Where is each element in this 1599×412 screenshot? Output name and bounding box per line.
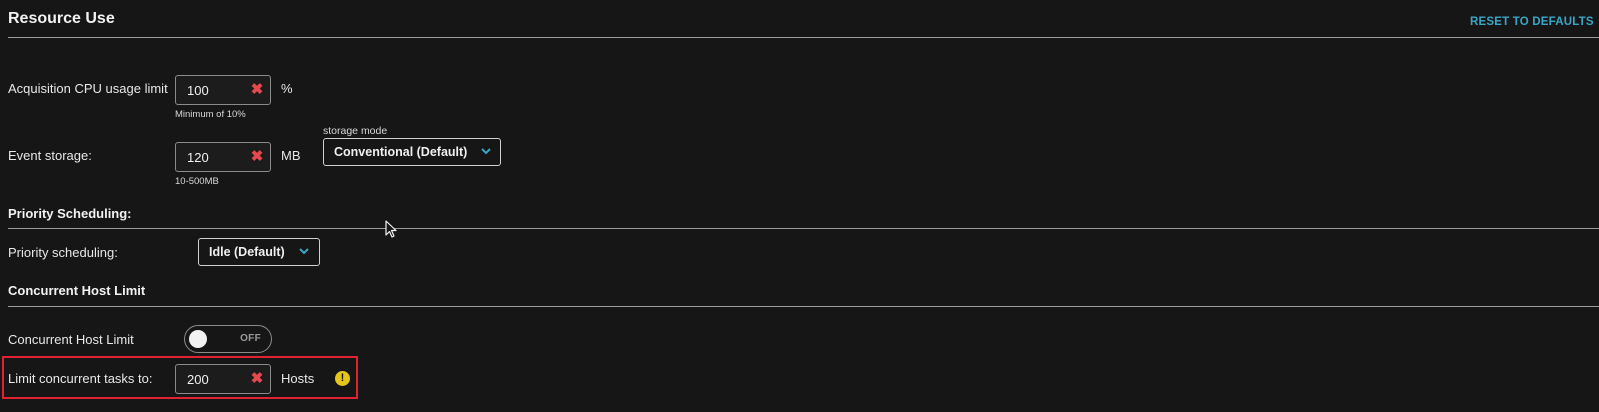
cpu-limit-unit: % <box>281 81 293 96</box>
priority-value: Idle (Default) <box>209 245 285 259</box>
storage-mode-label: storage mode <box>323 125 388 137</box>
event-storage-input[interactable]: 120 ✖ <box>175 142 271 172</box>
concurrent-divider <box>8 306 1599 307</box>
mouse-cursor-icon <box>385 220 397 238</box>
warning-icon[interactable]: ! <box>335 371 350 386</box>
chevron-down-icon <box>481 148 491 155</box>
limit-tasks-label: Limit concurrent tasks to: <box>8 371 153 386</box>
storage-mode-select[interactable]: Conventional (Default) <box>323 138 501 166</box>
limit-tasks-input[interactable]: 200 ✖ <box>175 364 271 394</box>
priority-divider <box>8 228 1599 229</box>
toggle-knob <box>189 330 207 348</box>
concurrent-section-title: Concurrent Host Limit <box>8 283 146 298</box>
concurrent-host-limit-toggle[interactable]: OFF <box>184 325 272 353</box>
limit-tasks-unit: Hosts <box>281 371 315 386</box>
priority-section-title: Priority Scheduling: <box>8 206 132 221</box>
title-divider <box>8 37 1599 38</box>
limit-tasks-value: 200 <box>187 372 209 387</box>
chevron-down-icon <box>299 248 309 255</box>
close-icon[interactable]: ✖ <box>250 148 264 166</box>
reset-to-defaults-button[interactable]: RESET TO DEFAULTS <box>1470 16 1594 28</box>
priority-label: Priority scheduling: <box>8 245 118 260</box>
cpu-limit-hint: Minimum of 10% <box>175 109 246 120</box>
priority-select[interactable]: Idle (Default) <box>198 238 320 266</box>
close-icon[interactable]: ✖ <box>250 81 264 99</box>
toggle-state: OFF <box>240 333 261 344</box>
event-storage-hint: 10-500MB <box>175 176 219 187</box>
event-storage-unit: MB <box>281 148 301 163</box>
close-icon[interactable]: ✖ <box>250 370 264 388</box>
storage-mode-value: Conventional (Default) <box>334 145 468 159</box>
cpu-limit-input[interactable]: 100 ✖ <box>175 75 271 105</box>
event-storage-value: 120 <box>187 150 209 165</box>
event-storage-label: Event storage: <box>8 148 92 163</box>
cpu-limit-label: Acquisition CPU usage limit <box>8 81 168 96</box>
concurrent-toggle-label: Concurrent Host Limit <box>8 332 134 347</box>
page-title: Resource Use <box>8 10 115 27</box>
cpu-limit-value: 100 <box>187 83 209 98</box>
